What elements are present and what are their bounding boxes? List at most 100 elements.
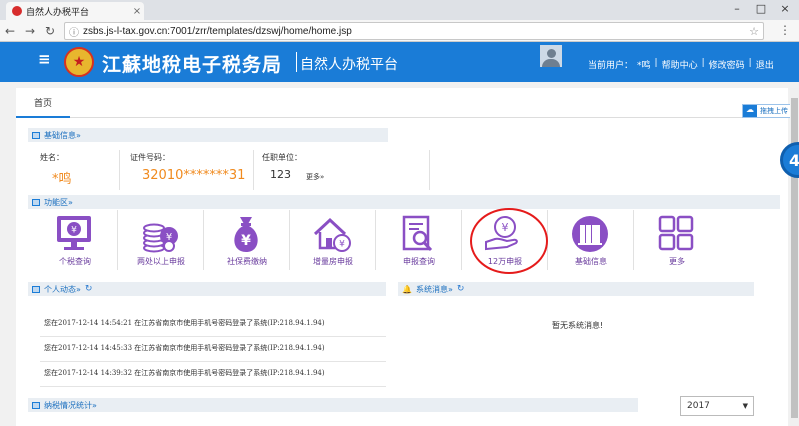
func-tax-query[interactable]: ¥ 个税查询: [32, 210, 118, 270]
func-more[interactable]: 更多: [634, 210, 720, 270]
tab-home[interactable]: 首页: [16, 88, 70, 118]
coin-stack-icon: ¥: [143, 223, 178, 253]
help-center-link[interactable]: 帮助中心: [662, 58, 698, 71]
section-icon: [32, 131, 40, 139]
func-label: 申报查询: [403, 257, 435, 266]
logout-link[interactable]: 退出: [756, 58, 774, 71]
svg-text:¥: ¥: [241, 233, 251, 249]
divider: [40, 386, 386, 387]
func-label: 基础信息: [575, 257, 607, 266]
refresh-icon[interactable]: ↻: [457, 284, 465, 294]
userbar-sep: |: [654, 58, 658, 68]
system-messages-title: 系统消息»: [415, 284, 453, 294]
personal-activity-title: 个人动态»: [44, 284, 81, 294]
bell-icon: 🔔: [402, 284, 412, 294]
employer-value: 123: [270, 168, 291, 181]
site-info-icon[interactable]: ⓘ: [69, 24, 79, 39]
name-label: 姓名：: [40, 153, 64, 162]
books-icon: [572, 216, 608, 252]
highlight-circle: [470, 208, 548, 274]
page-scrollbar[interactable]: [790, 88, 799, 426]
basic-info-header[interactable]: 基础信息»: [28, 128, 388, 142]
activity-message: 您在2017-12-14 14:45:33 在江苏省南京市使用手机号密码登录了系…: [44, 344, 325, 352]
functions-header[interactable]: 功能区»: [28, 195, 780, 209]
tax-stats-header[interactable]: 纳税情况统计»: [28, 398, 638, 412]
section-icon: [32, 285, 40, 293]
divider: [40, 361, 386, 362]
func-basic-info[interactable]: 基础信息: [548, 210, 634, 270]
info-employer-cell: 任职单位： 123 更多»: [254, 150, 430, 190]
grid-icon: [658, 215, 694, 251]
system-messages-header[interactable]: 🔔 系统消息» ↻: [398, 282, 754, 296]
section-icon: [32, 198, 40, 206]
forward-arrow-icon[interactable]: →: [20, 24, 40, 38]
house-yuan-icon: ¥: [313, 217, 351, 252]
info-name-cell: 姓名： *鸣: [28, 150, 120, 190]
func-label: 两处以上申报: [137, 257, 185, 266]
window-minimize-icon[interactable]: –: [726, 2, 748, 15]
info-id-cell: 证件号码： 32010*******31: [120, 150, 254, 190]
chevron-down-icon: ▼: [742, 402, 748, 410]
page-tabs: 首页: [16, 88, 788, 118]
browser-tab-title: 自然人办税平台: [26, 7, 90, 18]
func-multi-declare[interactable]: ¥ 两处以上申报: [118, 210, 204, 270]
section-icon: [32, 401, 40, 409]
current-user-name: *鸣: [637, 61, 651, 71]
address-bar[interactable]: ⓘ zsbs.js-l-tax.gov.cn:7001/zrr/template…: [64, 22, 764, 40]
activity-message: 您在2017-12-14 14:39:32 在江苏省南京市使用手机号密码登录了系…: [44, 369, 325, 377]
personal-activity-header[interactable]: 个人动态» ↻: [28, 282, 386, 296]
id-value: 32010*******31: [142, 168, 246, 183]
site-subtitle: 自然人办税平台: [300, 57, 398, 73]
activity-message: 您在2017-12-14 14:54:21 在江苏省南京市使用手机号密码登录了系…: [44, 319, 325, 327]
tax-stats-title: 纳税情况统计»: [44, 400, 97, 410]
user-avatar-icon[interactable]: [540, 45, 562, 67]
browser-toolbar: ← → ↻ ⓘ zsbs.js-l-tax.gov.cn:7001/zrr/te…: [0, 20, 799, 42]
id-label: 证件号码：: [130, 153, 170, 162]
browser-menu-icon[interactable]: ⋮: [779, 23, 791, 37]
userbar-sep: |: [701, 58, 705, 68]
site-header: ≡ ★ 江蘇地稅电子税务局 自然人办税平台 当前用户： *鸣 | 帮助中心 | …: [0, 42, 799, 82]
func-label: 社保费缴纳: [227, 257, 267, 266]
more-info-link[interactable]: 更多»: [306, 172, 324, 182]
func-housing-declare[interactable]: ¥ 增量房申报: [290, 210, 376, 270]
divider: [40, 336, 386, 337]
userbar-sep: |: [748, 58, 752, 68]
cloud-icon: ☁: [743, 105, 757, 117]
brand-divider: [296, 52, 297, 72]
func-label: 更多: [669, 257, 685, 266]
year-select-value: 2017: [687, 401, 710, 411]
document-search-icon: [402, 215, 433, 252]
user-bar: 当前用户： *鸣 | 帮助中心 | 修改密码 | 退出: [588, 58, 778, 71]
back-arrow-icon[interactable]: ←: [0, 24, 20, 38]
no-system-messages: 暂无系统消息!: [552, 321, 604, 330]
svg-text:¥: ¥: [339, 240, 345, 250]
current-user-label: 当前用户：: [588, 61, 634, 71]
menu-hamburger-icon[interactable]: ≡: [38, 50, 51, 68]
func-label: 个税查询: [59, 257, 91, 266]
window-maximize-icon[interactable]: □: [750, 2, 772, 15]
svg-text:¥: ¥: [71, 226, 77, 236]
change-password-link[interactable]: 修改密码: [709, 58, 745, 71]
func-label: 增量房申报: [313, 257, 353, 266]
year-select[interactable]: 2017 ▼: [680, 396, 754, 416]
employer-label: 任职单位：: [262, 153, 302, 162]
browser-tab[interactable]: 自然人办税平台 ×: [6, 2, 144, 20]
site-favicon-icon: [12, 6, 22, 16]
browser-tabbar: 自然人办税平台 × – □ ×: [0, 0, 799, 20]
name-value: *鸣: [52, 172, 72, 187]
functions-title: 功能区»: [44, 197, 73, 207]
money-bag-icon: ¥: [234, 217, 258, 252]
tax-emblem-icon: ★: [64, 47, 94, 77]
func-social-security[interactable]: ¥ 社保费缴纳: [204, 210, 290, 270]
func-declare-query[interactable]: 申报查询: [376, 210, 462, 270]
bookmark-star-icon[interactable]: ☆: [749, 25, 759, 38]
window-close-icon[interactable]: ×: [774, 2, 796, 15]
reload-icon[interactable]: ↻: [40, 24, 60, 38]
refresh-icon[interactable]: ↻: [85, 284, 93, 294]
basic-info-title: 基础信息»: [44, 130, 81, 140]
address-url: zsbs.js-l-tax.gov.cn:7001/zrr/templates/…: [83, 25, 352, 37]
site-brand: 江蘇地稅电子税务局: [102, 54, 283, 76]
monitor-yuan-icon: ¥: [57, 216, 91, 250]
tab-close-icon[interactable]: ×: [130, 6, 144, 17]
drag-upload-label: 拖拽上传: [760, 107, 788, 115]
